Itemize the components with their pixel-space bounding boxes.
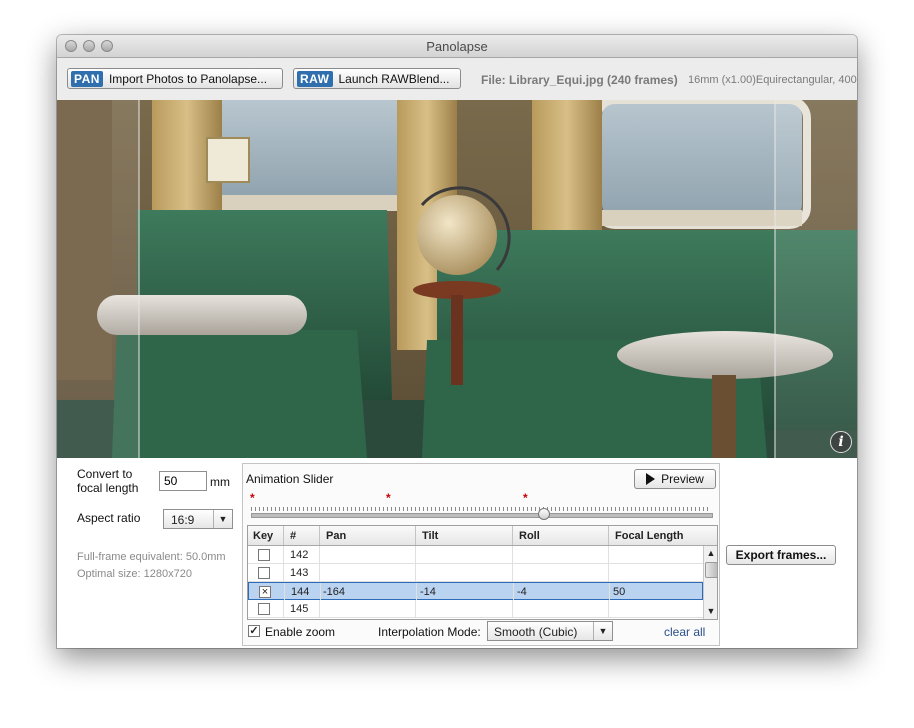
keyframe-table: Key # Pan Tilt Roll Focal Length 142 143 ×… — [247, 525, 718, 620]
cell-focal[interactable]: 50 — [613, 586, 625, 598]
slider-track — [251, 513, 713, 518]
aspect-ratio-value: 16:9 — [171, 513, 195, 527]
window-title: Panolapse — [426, 39, 488, 54]
col-tilt[interactable]: Tilt — [422, 530, 438, 542]
chevron-down-icon: ▼ — [213, 510, 232, 528]
enable-zoom-label: Enable zoom — [265, 625, 336, 639]
table-row[interactable]: 145 — [248, 600, 703, 618]
import-photos-button[interactable]: PAN Import Photos to Panolapse... — [67, 68, 283, 89]
pan-badge: PAN — [71, 70, 103, 87]
cell-pan[interactable]: -164 — [323, 586, 345, 598]
animation-slider-title: Animation Slider — [246, 472, 334, 486]
interpolation-mode-select[interactable]: Smooth (Cubic) ▼ — [487, 621, 613, 641]
info-icon[interactable]: i — [830, 431, 852, 453]
slider-ticks — [251, 507, 711, 511]
key-checkbox[interactable] — [258, 567, 270, 579]
animation-slider-group: Animation Slider Preview * * * Key # Pan — [242, 463, 720, 646]
keyframe-rows: 142 143 × 144 -164 -14 -4 50 145 — [248, 546, 703, 619]
interpolation-mode-label: Interpolation Mode: — [378, 625, 481, 639]
focal-length-input[interactable] — [159, 471, 207, 491]
keyframe-marker: * — [523, 491, 528, 505]
focal-unit-label: mm — [210, 475, 230, 489]
export-frames-button[interactable]: Export frames... — [726, 545, 836, 565]
raw-badge: RAW — [297, 70, 333, 87]
interpolation-mode-value: Smooth (Cubic) — [494, 625, 578, 639]
cell-num[interactable]: 145 — [290, 603, 308, 615]
play-icon — [646, 473, 656, 485]
optimal-size-text: Optimal size: 1280x720 — [77, 568, 192, 580]
preview-button[interactable]: Preview — [634, 469, 716, 489]
preview-label: Preview — [661, 472, 704, 486]
launch-rawblend-button[interactable]: RAW Launch RAWBlend... — [293, 68, 461, 89]
aspect-ratio-select[interactable]: 16:9 ▼ — [163, 509, 233, 529]
aspect-ratio-label: Aspect ratio — [77, 511, 141, 525]
cell-num[interactable]: 142 — [290, 549, 308, 561]
convert-label-line1: Convert to — [77, 467, 133, 481]
col-key[interactable]: Key — [253, 530, 273, 542]
keyframe-marker: * — [250, 491, 255, 505]
key-checkbox[interactable]: × — [259, 586, 271, 598]
clear-all-link[interactable]: clear all — [664, 625, 705, 639]
col-focal-length[interactable]: Focal Length — [615, 530, 683, 542]
keyframe-marker: * — [386, 491, 391, 505]
panorama-preview[interactable]: i — [57, 100, 857, 458]
file-info: File: Library_Equi.jpg (240 frames) — [481, 73, 678, 87]
app-window: Panolapse PAN Import Photos to Panolapse… — [57, 35, 857, 648]
convert-focal-label: Convert to focal length — [77, 467, 138, 495]
import-photos-label: Import Photos to Panolapse... — [108, 71, 268, 86]
scroll-up-icon[interactable]: ▲ — [704, 547, 717, 559]
key-checkbox[interactable] — [258, 549, 270, 561]
chevron-down-icon: ▼ — [593, 622, 612, 640]
cell-roll[interactable]: -4 — [517, 586, 527, 598]
fullframe-equivalent-text: Full-frame equivalent: 50.0mm — [77, 551, 226, 563]
slider-thumb[interactable] — [538, 508, 550, 520]
table-row[interactable]: 143 — [248, 564, 703, 582]
settings-panel: Convert to focal length mm Aspect ratio … — [57, 458, 857, 648]
enable-zoom-checkbox[interactable]: ✓ — [248, 625, 260, 637]
convert-label-line2: focal length — [77, 481, 139, 495]
keyframe-table-header: Key # Pan Tilt Roll Focal Length — [248, 526, 717, 546]
table-scrollbar[interactable]: ▲ ▼ — [703, 546, 717, 619]
title-bar: Panolapse — [57, 35, 857, 58]
file-details: 16mm (x1.00)Equirectangular, 400 — [688, 74, 857, 86]
scroll-thumb[interactable] — [705, 562, 717, 578]
animation-slider[interactable] — [251, 507, 713, 521]
panorama-image — [57, 100, 857, 458]
col-number[interactable]: # — [290, 530, 296, 542]
cell-tilt[interactable]: -14 — [420, 586, 436, 598]
cell-num[interactable]: 143 — [290, 567, 308, 579]
col-pan[interactable]: Pan — [326, 530, 346, 542]
scroll-down-icon[interactable]: ▼ — [704, 605, 717, 617]
col-roll[interactable]: Roll — [519, 530, 540, 542]
cell-num[interactable]: 144 — [291, 586, 309, 598]
key-checkbox[interactable] — [258, 603, 270, 615]
table-row[interactable]: 142 — [248, 546, 703, 564]
toolbar: PAN Import Photos to Panolapse... RAW La… — [57, 58, 857, 100]
table-row[interactable]: × 144 -164 -14 -4 50 — [248, 582, 703, 601]
launch-rawblend-label: Launch RAWBlend... — [338, 71, 450, 86]
